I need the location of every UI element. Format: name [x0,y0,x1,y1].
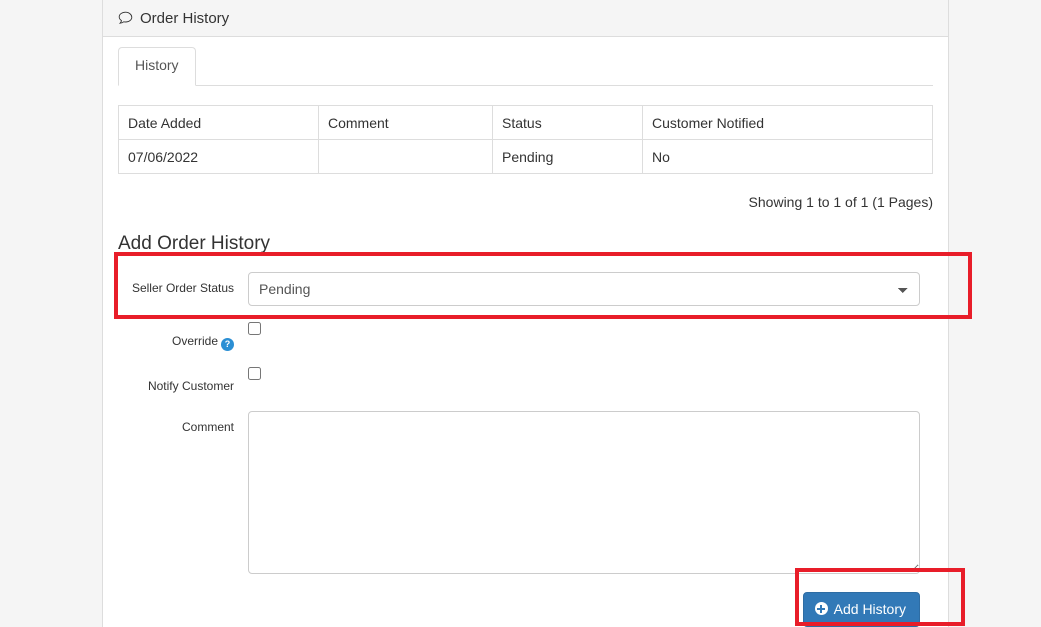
comment-textarea[interactable] [248,410,920,574]
comment-control [248,410,933,574]
column-header-customer-notified: Customer Notified [642,105,933,140]
column-header-status: Status [492,105,643,140]
history-table-body: 07/06/2022 Pending No [118,139,933,174]
cell-status: Pending [492,139,643,174]
label-override-text: Override [171,333,218,348]
plus-circle-icon [814,602,828,616]
order-history-panel: Order History History Date Added Comment… [102,0,949,627]
column-header-comment: Comment [318,105,493,140]
override-checkbox[interactable] [248,321,261,335]
add-order-history-form: Seller Order Status Pending Override? No… [118,271,933,627]
history-table-wrapper: Date Added Comment Status Customer Notif… [118,105,933,174]
add-history-button[interactable]: Add History [802,591,920,627]
tab-history[interactable]: History [118,47,196,86]
history-table: Date Added Comment Status Customer Notif… [118,105,933,174]
table-header-row: Date Added Comment Status Customer Notif… [118,105,933,140]
comment-icon [118,11,133,25]
add-order-history-title: Add Order History [118,233,271,254]
tab-history-link[interactable]: History [118,47,196,86]
label-comment: Comment [181,419,234,434]
pagination-info: Showing 1 to 1 of 1 (1 Pages) [748,194,933,210]
notify-customer-control [248,364,933,383]
history-table-head: Date Added Comment Status Customer Notif… [118,105,933,140]
form-row-seller-order-status: Seller Order Status Pending [118,271,933,306]
question-mark-icon[interactable]: ? [221,337,234,351]
page-right-gutter [949,0,1041,627]
label-notify-customer: Notify Customer [147,378,234,393]
tab-list: History [118,47,933,86]
page-left-gutter [0,0,102,627]
form-row-override: Override? [118,319,933,351]
page-root: Order History History Date Added Comment… [0,0,1041,627]
panel-heading: Order History [103,0,948,37]
label-override: Override? [118,319,248,351]
table-row: 07/06/2022 Pending No [118,139,933,174]
panel-body: History Date Added Comment Status Custom… [103,37,948,627]
seller-order-status-select[interactable]: Pending [248,271,920,306]
panel-title: Order History [140,9,230,27]
label-seller-order-status: Seller Order Status [131,280,234,295]
cell-customer-notified: No [652,148,670,165]
form-row-notify-customer: Notify Customer [118,364,933,395]
seller-order-status-control: Pending [248,271,933,306]
form-actions: Add History [118,591,933,627]
form-row-comment: Comment [118,410,933,574]
cell-comment [318,139,493,174]
cell-date-added: 07/06/2022 [118,139,319,174]
add-history-button-label: Add History [833,600,906,617]
column-header-date-added: Date Added [118,105,319,140]
notify-customer-checkbox[interactable] [248,366,261,380]
override-control [248,319,933,338]
